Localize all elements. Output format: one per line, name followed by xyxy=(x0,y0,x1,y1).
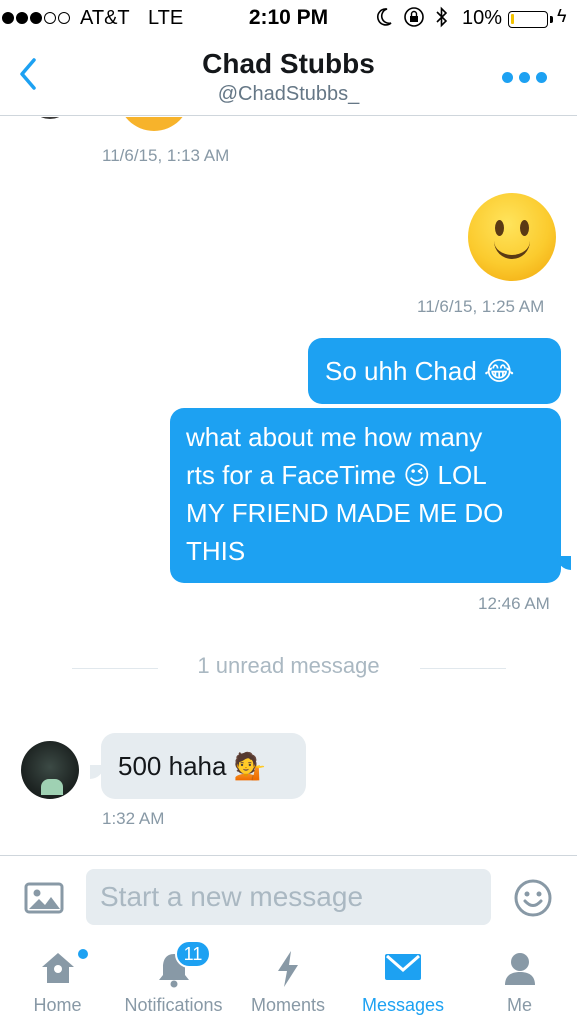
tab-home[interactable]: Home xyxy=(0,937,115,1024)
more-dots-icon[interactable] xyxy=(502,72,547,83)
tab-notifications[interactable]: Notifications xyxy=(115,937,232,1024)
unread-divider: 1 unread message xyxy=(0,651,577,683)
photo-icon[interactable] xyxy=(24,882,64,914)
received-message[interactable]: 500 haha 💁 xyxy=(101,733,306,799)
battery-icon xyxy=(508,11,548,28)
notification-badge: 11 xyxy=(175,940,211,968)
contact-handle: @ChadStubbs_ xyxy=(217,83,360,105)
home-new-indicator xyxy=(78,949,88,959)
charging-bolt-icon: ϟ xyxy=(557,6,567,26)
orientation-lock-icon xyxy=(404,7,424,27)
message-thread[interactable]: 11/6/15, 1:13 AM 11/6/15, 1:25 AM So uhh… xyxy=(0,117,577,854)
tab-moments[interactable]: Moments xyxy=(232,937,344,1024)
status-bar: AT&T LTE 2:10 PM 10% ϟ xyxy=(0,0,577,36)
message-timestamp: 12:46 AM xyxy=(478,594,550,613)
unread-divider-label: 1 unread message xyxy=(197,653,380,678)
avatar xyxy=(28,117,72,119)
message-timestamp: 11/6/15, 1:25 AM xyxy=(417,297,545,316)
tab-label: Moments xyxy=(250,995,326,1015)
avatar[interactable] xyxy=(21,741,79,799)
message-line: what about me how many xyxy=(186,422,483,452)
home-icon xyxy=(41,953,74,983)
tab-label: Messages xyxy=(361,995,445,1015)
tab-label: Me xyxy=(506,995,532,1015)
contact-name: Chad Stubbs xyxy=(202,48,375,79)
message-composer xyxy=(0,855,577,937)
tab-label: Notifications xyxy=(124,995,223,1015)
emoji-image xyxy=(118,117,190,131)
tab-bar: Home Notifications 11 Moments Messages M… xyxy=(0,937,577,1024)
message-timestamp: 1:32 AM xyxy=(102,809,165,828)
conversation-header: Chad Stubbs @ChadStubbs_ xyxy=(0,36,577,116)
person-icon xyxy=(504,953,535,985)
sent-message[interactable]: So uhh Chad 😂 xyxy=(308,338,561,404)
message-timestamp: 11/6/15, 1:13 AM xyxy=(102,146,230,165)
slightly-smiling-face-icon xyxy=(468,193,556,281)
message-line: THIS xyxy=(186,536,246,566)
smiley-icon[interactable] xyxy=(513,878,553,918)
lightning-icon xyxy=(278,951,298,987)
tab-me[interactable]: Me xyxy=(462,937,577,1024)
sent-message[interactable]: what about me how many rts for a FaceTim… xyxy=(170,408,561,583)
message-line: rts for a FaceTime 😉 LOL xyxy=(186,460,487,490)
tab-messages[interactable]: Messages xyxy=(344,937,462,1024)
tab-label: Home xyxy=(33,995,82,1015)
battery-percent: 10% xyxy=(462,7,503,29)
moon-icon xyxy=(377,8,392,26)
bluetooth-icon xyxy=(436,6,448,28)
message-input[interactable] xyxy=(86,869,491,925)
message-line: MY FRIEND MADE ME DO xyxy=(186,498,504,528)
envelope-icon xyxy=(385,954,421,980)
